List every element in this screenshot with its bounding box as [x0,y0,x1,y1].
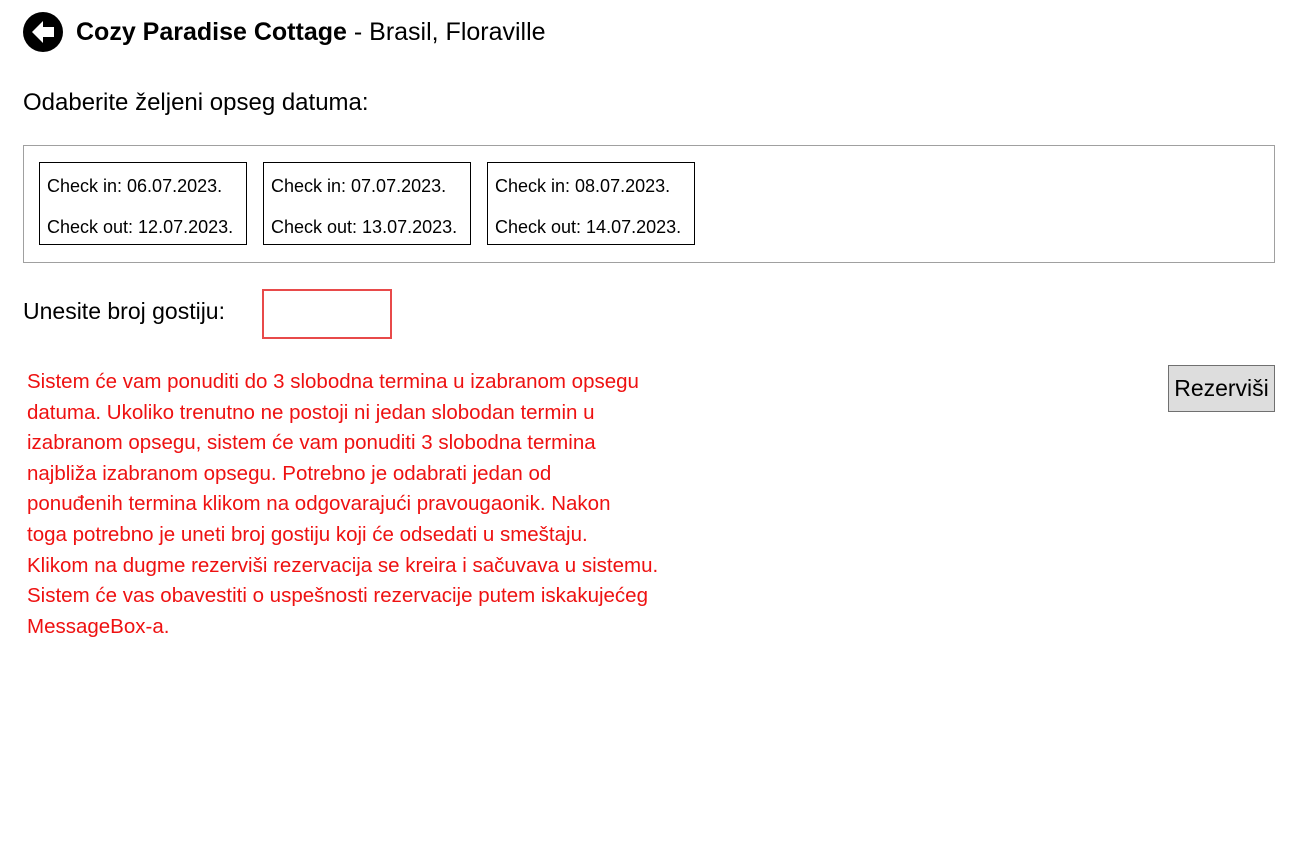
check-in-date: Check in: 08.07.2023. [495,176,671,196]
guests-label: Unesite broj gostiju: [23,298,225,324]
date-range-label: Odaberite željeni opseg datuma: [23,89,369,116]
instructions-line: Sistem će vam ponuditi do 3 slobodna ter… [27,370,639,393]
reserve-button[interactable]: Rezerviši [1168,365,1275,412]
instructions-line: Sistem će vas obavestiti o uspešnosti re… [27,584,648,608]
instructions-line: izabranom opsegu, sistem će vam ponuditi… [27,431,596,455]
check-out-date: Check out: 12.07.2023. [47,217,234,237]
instructions-line: Klikom na dugme rezerviši rezervacija se… [27,553,659,577]
accommodation-location: - Brasil, Floraville [346,18,546,46]
date-option-card[interactable]: Check in: 07.07.2023. Check out: 13.07.2… [263,162,471,245]
instructions-line: MessageBox-a. [27,614,170,638]
check-in-date: Check in: 07.07.2023. [271,176,447,196]
instructions-text: Sistem će vam ponuditi do 3 slobodna ter… [27,367,658,642]
date-options-panel: Check in: 06.07.2023. Check out: 12.07.2… [23,145,1275,263]
instructions-line: datuma. Ukoliko trenutno ne postoji ni j… [27,400,595,424]
arrow-left-icon [32,21,54,43]
instructions-line: toga potrebno je uneti broj gostiju koji… [27,522,588,546]
guests-input[interactable] [262,289,392,339]
back-button[interactable] [23,12,63,52]
check-out-date: Check out: 13.07.2023. [271,217,458,237]
page-title: Cozy Paradise Cottage - Brasil, Floravil… [76,18,546,47]
check-out-date: Check out: 14.07.2023. [495,217,682,237]
date-option-card[interactable]: Check in: 06.07.2023. Check out: 12.07.2… [39,162,247,245]
accommodation-name: Cozy Paradise Cottage [76,18,347,46]
check-in-date: Check in: 06.07.2023. [47,176,223,196]
instructions-line: ponuđenih termina klikom na odgovarajući… [27,492,611,516]
instructions-line: najbliža izabranom opsegu. Potrebno je o… [27,461,552,485]
date-option-card[interactable]: Check in: 08.07.2023. Check out: 14.07.2… [487,162,695,245]
